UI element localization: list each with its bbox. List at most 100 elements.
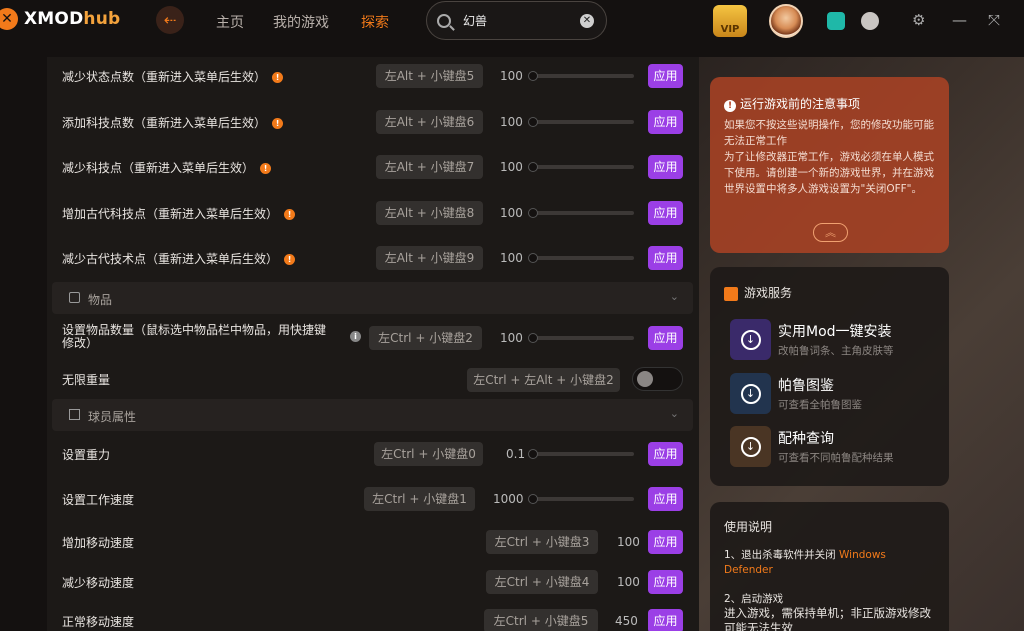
back-arrow-icon[interactable]: ⇠ xyxy=(156,6,184,34)
apply-button[interactable]: 应用 xyxy=(648,155,683,179)
apply-button[interactable]: 应用 xyxy=(648,64,683,88)
apply-button[interactable]: 应用 xyxy=(648,570,683,594)
service-pal-dex[interactable]: ↓ 帕鲁图鉴 可查看全帕鲁图鉴 xyxy=(730,373,940,417)
apply-button[interactable]: 应用 xyxy=(648,442,683,466)
hotkey-badge[interactable]: 左Alt + 小键盘8 xyxy=(376,201,483,225)
info-icon[interactable]: ! xyxy=(284,254,296,265)
infinite-weight-toggle[interactable] xyxy=(632,367,683,391)
slider-handle[interactable] xyxy=(528,333,538,343)
cheat-value: 100 xyxy=(500,251,523,265)
service-breeding[interactable]: ↓ 配种查询 可查看不同帕鲁配种结果 xyxy=(730,426,940,470)
hotkey-badge[interactable]: 左Ctrl + 小键盘5 xyxy=(484,609,598,631)
nav-home[interactable]: 主页 xyxy=(216,12,244,32)
app-logo[interactable]: ✕ XMODhub xyxy=(0,8,120,30)
cheat-value: 100 xyxy=(617,535,640,549)
section-title: 物品 xyxy=(88,293,113,307)
apply-button[interactable]: 应用 xyxy=(648,609,683,631)
usage-step-1: 1、退出杀毒软件并关闭 Windows Defender xyxy=(724,549,886,576)
avatar[interactable] xyxy=(769,4,803,38)
top-bar: ✕ XMODhub ⇠ 主页 我的游戏 探索 ✕ VIP ⚙ — ⤧ xyxy=(0,0,1024,44)
slider-handle[interactable] xyxy=(528,117,538,127)
cheat-label: 添加科技点数（重新进入菜单后生效）! xyxy=(62,116,284,130)
cheat-value: 100 xyxy=(500,69,523,83)
slider-handle[interactable] xyxy=(528,449,538,459)
cheat-row: 减少状态点数（重新进入菜单后生效）! 左Alt + 小键盘5 100 应用 xyxy=(47,64,699,88)
cheat-label: 增加古代科技点（重新进入菜单后生效）! xyxy=(62,207,296,221)
cheat-label: 减少移动速度 xyxy=(62,576,135,590)
value-slider[interactable] xyxy=(528,333,634,343)
apply-button[interactable]: 应用 xyxy=(648,201,683,225)
usage-step-2: 2、启动游戏 xyxy=(724,593,784,605)
hotkey-badge[interactable]: 左Ctrl + 小键盘2 xyxy=(369,326,482,350)
cheat-row: 减少古代技术点（重新进入菜单后生效）! 左Alt + 小键盘9 100 应用 xyxy=(47,246,699,270)
info-icon[interactable]: ! xyxy=(272,72,284,83)
info-icon[interactable]: ! xyxy=(284,209,296,220)
hotkey-badge[interactable]: 左Alt + 小键盘9 xyxy=(376,246,483,270)
service-subtitle: 改帕鲁词条、主角皮肤等 xyxy=(778,345,894,357)
nav-my-games[interactable]: 我的游戏 xyxy=(273,12,329,32)
hotkey-badge[interactable]: 左Alt + 小键盘6 xyxy=(376,110,483,134)
services-icon xyxy=(724,286,738,301)
section-player-header[interactable]: 球员属性 ⌄ xyxy=(52,399,693,431)
collapse-chevron-up-icon[interactable]: ︽ xyxy=(813,223,848,242)
slider-handle[interactable] xyxy=(528,253,538,263)
nav-explore[interactable]: 探索 xyxy=(361,12,389,32)
hotkey-badge[interactable]: 左Ctrl + 小键盘0 xyxy=(374,442,483,466)
cheat-row: 设置物品数量（鼠标选中物品栏中物品，用快捷键 修改） i 左Ctrl + 小键盘2… xyxy=(47,324,699,352)
hotkey-badge[interactable]: 左Ctrl + 小键盘1 xyxy=(364,487,475,511)
cheat-label: 设置重力 xyxy=(62,448,111,462)
value-slider[interactable] xyxy=(528,449,634,459)
slider-handle[interactable] xyxy=(528,494,538,504)
info-icon[interactable]: ! xyxy=(272,118,284,129)
cheat-value: 100 xyxy=(500,115,523,129)
slider-handle[interactable] xyxy=(528,208,538,218)
notice-body: 如果您不按这些说明操作，您的修改功能可能无法正常工作 为了让修改器正常工作，游戏必… xyxy=(724,119,934,195)
value-slider[interactable] xyxy=(528,71,634,81)
info-icon[interactable]: i xyxy=(350,331,361,342)
notice-card: ! 运行游戏前的注意事项 如果您不按这些说明操作，您的修改功能可能无法正常工作 为了… xyxy=(710,77,949,253)
apply-button[interactable]: 应用 xyxy=(648,110,683,134)
fullscreen-icon[interactable]: ⤧ xyxy=(988,11,1000,29)
value-slider[interactable] xyxy=(528,494,634,504)
value-slider[interactable] xyxy=(528,253,634,263)
apply-button[interactable]: 应用 xyxy=(648,326,683,350)
hotkey-badge[interactable]: 左Ctrl + 左Alt + 小键盘2 xyxy=(467,368,620,392)
section-title: 球员属性 xyxy=(88,410,137,424)
notification-bell-icon[interactable] xyxy=(861,12,879,30)
cheat-value: 100 xyxy=(500,160,523,174)
hotkey-badge[interactable]: 左Alt + 小键盘7 xyxy=(376,155,483,179)
info-icon[interactable]: ! xyxy=(260,163,272,174)
hotkey-badge[interactable]: 左Ctrl + 小键盘3 xyxy=(486,530,598,554)
chevron-down-icon[interactable]: ⌄ xyxy=(670,290,679,303)
cheat-value: 1000 xyxy=(493,492,524,506)
value-slider[interactable] xyxy=(528,162,634,172)
clear-search-icon[interactable]: ✕ xyxy=(580,14,594,28)
hotkey-badge[interactable]: 左Alt + 小键盘5 xyxy=(376,64,483,88)
cheat-value: 100 xyxy=(500,206,523,220)
vip-badge[interactable]: VIP xyxy=(713,5,747,37)
hotkey-badge[interactable]: 左Ctrl + 小键盘4 xyxy=(486,570,598,594)
toggle-knob xyxy=(637,371,653,387)
service-mod-install[interactable]: ↓ 实用Mod一键安装 改帕鲁词条、主角皮肤等 xyxy=(730,319,940,363)
service-subtitle: 可查看不同帕鲁配种结果 xyxy=(778,452,894,464)
chevron-down-icon[interactable]: ⌄ xyxy=(670,407,679,420)
service-subtitle: 可查看全帕鲁图鉴 xyxy=(778,399,862,411)
cheat-row: 增加移动速度 左Ctrl + 小键盘3 100 应用 xyxy=(47,530,699,554)
cheat-label: 无限重量 xyxy=(62,373,111,387)
value-slider[interactable] xyxy=(528,208,634,218)
notice-title: ! 运行游戏前的注意事项 xyxy=(724,95,860,112)
value-slider[interactable] xyxy=(528,117,634,127)
settings-gear-icon[interactable]: ⚙ xyxy=(912,11,925,29)
logo-icon: ✕ xyxy=(0,8,18,30)
slider-handle[interactable] xyxy=(528,162,538,172)
apply-button[interactable]: 应用 xyxy=(648,246,683,270)
search-box[interactable]: ✕ xyxy=(426,1,607,40)
grid-icon xyxy=(69,409,80,420)
apply-button[interactable]: 应用 xyxy=(648,487,683,511)
apply-button[interactable]: 应用 xyxy=(648,530,683,554)
section-items-header[interactable]: 物品 ⌄ xyxy=(52,282,693,314)
minimize-icon[interactable]: — xyxy=(952,11,967,29)
app-store-icon[interactable] xyxy=(827,12,845,30)
search-input[interactable] xyxy=(463,13,573,28)
slider-handle[interactable] xyxy=(528,71,538,81)
